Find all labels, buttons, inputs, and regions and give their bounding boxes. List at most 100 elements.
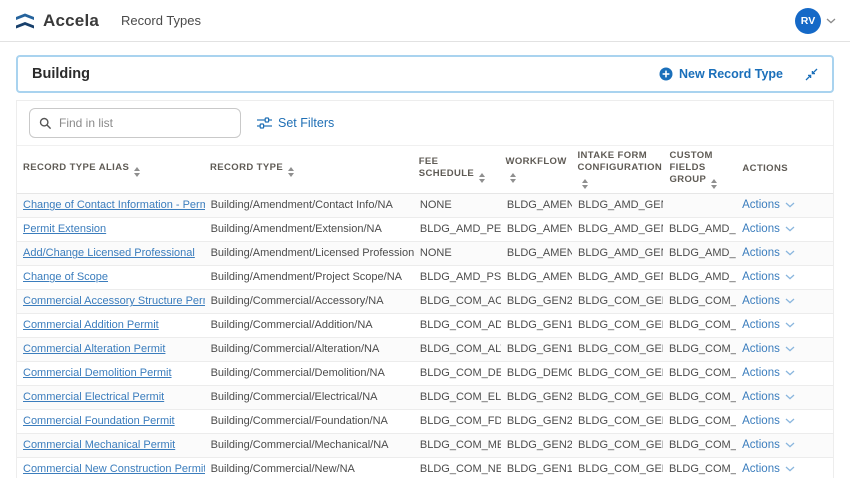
table-row: Commercial New Construction PermitBuildi… [17,458,833,478]
custom-fields-cell: BLDG_AMD_EXT [663,223,736,235]
actions-cell: Actions [736,439,833,451]
custom-fields-cell: BLDG_COM_DEM [663,367,736,379]
chevron-down-icon [785,418,795,424]
fee-schedule-cell: BLDG_COM_DEM [414,367,501,379]
actions-label: Actions [742,199,780,211]
filter-sliders-icon [257,117,272,129]
new-record-type-label: New Record Type [679,67,783,81]
record-type-alias-cell: Commercial Mechanical Permit [17,439,205,451]
actions-menu-button[interactable]: Actions [742,415,795,427]
sort-arrows-icon[interactable] [582,179,588,189]
fee-schedule-cell: NONE [414,247,501,259]
custom-fields-cell: BLDG_AMD_PS [663,271,736,283]
column-header-intake-form-configuration[interactable]: INTAKE FORM CONFIGURATION [571,146,663,193]
column-header-label: INTAKE FORM CONFIGURATION [577,150,662,173]
actions-cell: Actions [736,271,833,283]
intake-form-cell: BLDG_AMD_GENERAL [572,223,663,235]
column-header-fee-schedule[interactable]: FEE SCHEDULE [413,152,500,187]
record-type-alias-link[interactable]: Permit Extension [23,223,106,235]
actions-menu-button[interactable]: Actions [742,391,795,403]
record-type-alias-link[interactable]: Commercial New Construction Permit [23,463,205,475]
workflow-cell: BLDG_GEN1 [501,463,572,475]
actions-label: Actions [742,319,780,331]
module-title: Building [32,66,90,82]
record-type-alias-link[interactable]: Commercial Accessory Structure Permit [23,295,205,307]
record-type-alias-link[interactable]: Commercial Mechanical Permit [23,439,175,451]
search-input[interactable] [59,116,231,130]
workflow-cell: BLDG_AMEND [501,271,572,283]
actions-menu-button[interactable]: Actions [742,295,795,307]
workflow-cell: BLDG_GEN2 [501,439,572,451]
record-type-alias-link[interactable]: Commercial Electrical Permit [23,391,164,403]
table-row: Commercial Mechanical PermitBuilding/Com… [17,434,833,458]
intake-form-cell: BLDG_COM_GEN [572,463,663,475]
table-row: Permit ExtensionBuilding/Amendment/Exten… [17,218,833,242]
workflow-cell: BLDG_GEN2 [501,295,572,307]
record-type-cell: Building/Amendment/Licensed Professional… [205,247,414,259]
plus-circle-icon [659,67,673,81]
column-header-custom-fields-group[interactable]: CUSTOM FIELDS GROUP [663,146,736,193]
actions-menu-button[interactable]: Actions [742,319,795,331]
table-row: Commercial Foundation Permit Building/Com… [17,410,833,434]
user-menu-chevron-icon[interactable] [826,18,836,24]
actions-menu-button[interactable]: Actions [742,463,795,475]
record-type-alias-cell: Commercial Addition Permit [17,319,205,331]
set-filters-button[interactable]: Set Filters [257,116,334,130]
record-type-cell: Building/Commercial/Foundation/NA [205,415,414,427]
record-type-alias-link[interactable]: Commercial Addition Permit [23,319,159,331]
actions-menu-button[interactable]: Actions [742,271,795,283]
record-type-alias-link[interactable]: Change of Scope [23,271,108,283]
sort-arrows-icon[interactable] [288,167,294,177]
actions-label: Actions [742,295,780,307]
sort-arrows-icon[interactable] [134,167,140,177]
module-panel-header: Building New Record Type [16,55,834,93]
actions-cell: Actions [736,295,833,307]
actions-menu-button[interactable]: Actions [742,439,795,451]
column-header-label: FEE SCHEDULE [419,156,474,179]
column-header-label: RECORD TYPE ALIAS [23,162,129,173]
collapse-panel-button[interactable] [805,68,818,81]
actions-menu-button[interactable]: Actions [742,343,795,355]
record-type-alias-link[interactable]: Add/Change Licensed Professional [23,247,195,259]
column-header-label: CUSTOM FIELDS GROUP [669,150,712,185]
workflow-cell: BLDG_GEN1 [501,319,572,331]
record-type-alias-link[interactable]: Commercial Foundation Permit [23,415,175,427]
actions-cell: Actions [736,247,833,259]
record-type-alias-cell: Change of Contact Information - Permit [17,199,205,211]
sort-arrows-icon[interactable] [479,173,485,183]
record-type-cell: Building/Commercial/Accessory/NA [205,295,414,307]
intake-form-cell: BLDG_COM_GEN [572,343,663,355]
new-record-type-button[interactable]: New Record Type [659,67,783,81]
record-type-cell: Building/Commercial/Electrical/NA [205,391,414,403]
record-type-alias-link[interactable]: Commercial Alteration Permit [23,343,165,355]
chevron-down-icon [785,322,795,328]
fee-schedule-cell: BLDG_AMD_PS [414,271,501,283]
actions-label: Actions [742,271,780,283]
column-header-record-type[interactable]: RECORD TYPE [204,158,413,181]
record-type-alias-link[interactable]: Change of Contact Information - Permit [23,199,205,211]
actions-menu-button[interactable]: Actions [742,223,795,235]
sort-arrows-icon[interactable] [711,179,717,189]
fee-schedule-cell: BLDG_COM_ADD [414,319,501,331]
column-header-workflow[interactable]: WORKFLOW [499,152,571,187]
column-header-label: RECORD TYPE [210,162,283,173]
table-row: Change of ScopeBuilding/Amendment/Projec… [17,266,833,290]
actions-cell: Actions [736,319,833,331]
sort-arrows-icon[interactable] [510,173,516,183]
column-header-record-type-alias[interactable]: RECORD TYPE ALIAS [17,158,204,181]
intake-form-cell: BLDG_COM_GEN [572,439,663,451]
intake-form-cell: BLDG_AMD_GENERAL [572,199,663,211]
record-type-alias-link[interactable]: Commercial Demolition Permit [23,367,172,379]
custom-fields-cell: BLDG_COM_FDN [663,415,736,427]
set-filters-label: Set Filters [278,116,334,130]
search-box[interactable] [29,108,241,138]
actions-menu-button[interactable]: Actions [742,247,795,259]
table-row: Commercial Electrical Permit Building/Com… [17,386,833,410]
actions-menu-button[interactable]: Actions [742,199,795,211]
actions-menu-button[interactable]: Actions [742,367,795,379]
user-avatar[interactable]: RV [795,8,821,34]
search-icon [39,117,52,130]
table-row: Commercial Addition PermitBuilding/Comme… [17,314,833,338]
record-types-table: Set Filters RECORD TYPE ALIAS RECORD TYPE… [16,100,834,478]
record-type-alias-cell: Commercial New Construction Permit [17,463,205,475]
